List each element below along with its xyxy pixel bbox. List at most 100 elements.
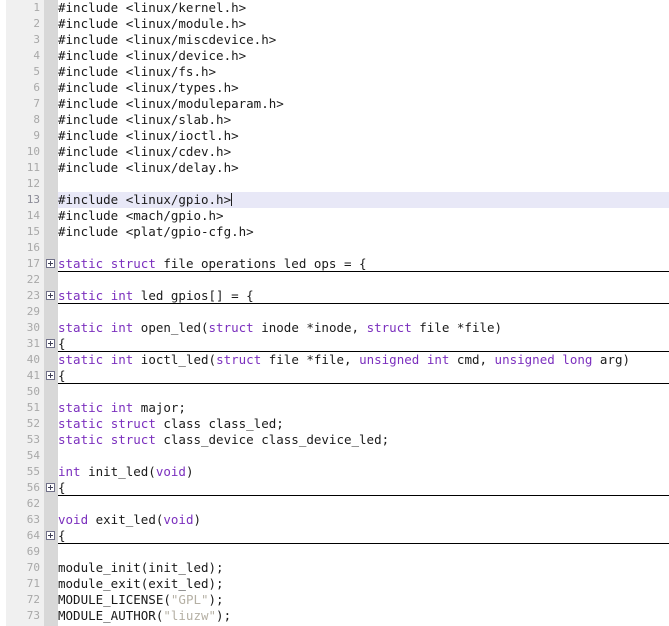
code-line[interactable]: 4 #include <linux/device.h> — [0, 48, 669, 64]
code-line[interactable]: 5 #include <linux/fs.h> — [0, 64, 669, 80]
code-line[interactable]: 63 void exit_led(void) — [0, 512, 669, 528]
fold-cell-empty — [44, 592, 58, 608]
code-text[interactable]: #include <linux/module.h> — [58, 16, 246, 32]
code-line[interactable]: 22 — [0, 272, 669, 288]
fold-cell-empty — [44, 240, 58, 256]
code-line[interactable]: 56 { — [0, 480, 669, 496]
code-text[interactable]: static int open_led(struct inode *inode,… — [58, 320, 502, 336]
code-line[interactable]: 55 int init_led(void) — [0, 464, 669, 480]
token-kw: int — [110, 352, 134, 367]
code-line[interactable]: 53 static struct class_device class_devic… — [0, 432, 669, 448]
code-line[interactable]: 8 #include <linux/slab.h> — [0, 112, 669, 128]
code-text[interactable]: static int ioctl_led(struct file *file, … — [58, 352, 630, 368]
code-line[interactable]: 41 { — [0, 368, 669, 384]
code-line[interactable]: 69 — [0, 544, 669, 560]
code-text[interactable]: #include <linux/ioctl.h> — [58, 128, 239, 144]
code-line[interactable]: 12 — [0, 176, 669, 192]
code-text[interactable]: static struct class class_led; — [58, 416, 284, 432]
code-line[interactable]: 15 #include <plat/gpio-cfg.h> — [0, 224, 669, 240]
code-line[interactable]: 14 #include <mach/gpio.h> — [0, 208, 669, 224]
fold-expand-icon[interactable] — [44, 336, 58, 352]
code-text[interactable]: MODULE_AUTHOR("liuzw"); — [58, 608, 231, 624]
token-pl: MODULE_AUTHOR( — [58, 608, 164, 623]
fold-expand-icon[interactable] — [44, 528, 58, 544]
code-text[interactable]: #include <linux/device.h> — [58, 48, 246, 64]
code-text[interactable]: #include <linux/types.h> — [58, 80, 239, 96]
code-text[interactable]: { — [58, 480, 66, 496]
code-text[interactable]: MODULE_LICENSE("GPL"); — [58, 592, 224, 608]
code-line[interactable]: 70 module_init(init_led); — [0, 560, 669, 576]
code-text[interactable]: #include <mach/gpio.h> — [58, 208, 224, 224]
token-kw: static — [58, 432, 104, 447]
token-pl: init_led( — [80, 464, 156, 479]
code-text[interactable]: static struct class_device class_device_… — [58, 432, 389, 448]
code-line[interactable]: 3 #include <linux/miscdevice.h> — [0, 32, 669, 48]
code-line[interactable]: 62 — [0, 496, 669, 512]
fold-expand-icon[interactable] — [44, 480, 58, 496]
code-text[interactable]: int init_led(void) — [58, 464, 193, 480]
token-pl: module_exit(exit_led); — [58, 576, 224, 591]
plus-box-icon[interactable] — [46, 339, 55, 348]
code-text[interactable]: #include <linux/fs.h> — [58, 64, 216, 80]
code-line[interactable]: 16 — [0, 240, 669, 256]
plus-box-icon[interactable] — [46, 483, 55, 492]
plus-box-icon[interactable] — [46, 371, 55, 380]
plus-box-icon[interactable] — [46, 531, 55, 540]
token-pp: #include <linux/fs.h> — [58, 64, 217, 79]
code-text[interactable]: { — [58, 368, 66, 384]
plus-box-icon[interactable] — [46, 291, 55, 300]
code-line[interactable]: 72 MODULE_LICENSE("GPL"); — [0, 592, 669, 608]
code-text[interactable]: #include <linux/gpio.h> — [58, 192, 233, 208]
code-text[interactable]: #include <linux/miscdevice.h> — [58, 32, 276, 48]
line-number: 55 — [26, 465, 40, 478]
code-line[interactable]: 30 static int open_led(struct inode *inod… — [0, 320, 669, 336]
code-text[interactable]: static int major; — [58, 400, 186, 416]
token-pl: exit_led( — [88, 512, 164, 527]
code-text[interactable]: #include <linux/delay.h> — [58, 160, 239, 176]
code-text[interactable]: #include <linux/slab.h> — [58, 112, 231, 128]
code-line[interactable]: 54 — [0, 448, 669, 464]
code-text[interactable]: static int led gpios[] = { — [58, 288, 254, 304]
fold-expand-icon[interactable] — [44, 288, 58, 304]
code-text[interactable]: { — [58, 336, 66, 352]
code-line[interactable]: 1 #include <linux/kernel.h> — [0, 0, 669, 16]
code-line[interactable]: 40 static int ioctl_led(struct file *file… — [0, 352, 669, 368]
line-number: 53 — [26, 433, 40, 446]
code-line[interactable]: 23 static int led gpios[] = { — [0, 288, 669, 304]
code-line[interactable]: 6 #include <linux/types.h> — [0, 80, 669, 96]
fold-expand-icon[interactable] — [44, 256, 58, 272]
code-text[interactable]: module_exit(exit_led); — [58, 576, 224, 592]
code-text[interactable]: static struct file operations led ops = … — [58, 256, 367, 272]
line-number: 2 — [33, 17, 40, 30]
code-line[interactable]: 7 #include <linux/moduleparam.h> — [0, 96, 669, 112]
line-number: 13 — [26, 193, 40, 206]
code-line[interactable]: 52 static struct class class_led; — [0, 416, 669, 432]
code-text[interactable]: module_init(init_led); — [58, 560, 224, 576]
code-text[interactable]: void exit_led(void) — [58, 512, 201, 528]
code-line[interactable]: 2 #include <linux/module.h> — [0, 16, 669, 32]
fold-expand-icon[interactable] — [44, 368, 58, 384]
code-line[interactable]: 10 #include <linux/cdev.h> — [0, 144, 669, 160]
code-text[interactable]: #include <linux/moduleparam.h> — [58, 96, 284, 112]
code-editor[interactable]: 1 #include <linux/kernel.h> 2 #include <lin… — [0, 0, 669, 626]
code-text[interactable]: #include <plat/gpio-cfg.h> — [58, 224, 254, 240]
code-line[interactable]: 17 static struct file operations led ops … — [0, 256, 669, 272]
code-text[interactable]: #include <linux/kernel.h> — [58, 0, 246, 16]
code-line[interactable]: 11 #include <linux/delay.h> — [0, 160, 669, 176]
code-text[interactable]: #include <linux/cdev.h> — [58, 144, 231, 160]
fold-cell-empty — [44, 608, 58, 624]
code-text[interactable]: { — [58, 528, 66, 544]
fold-cell-empty — [44, 576, 58, 592]
code-line[interactable]: 29 — [0, 304, 669, 320]
code-line[interactable]: 64 { — [0, 528, 669, 544]
code-line[interactable]: 9 #include <linux/ioctl.h> — [0, 128, 669, 144]
code-line-current[interactable]: 13 #include <linux/gpio.h> — [0, 192, 669, 208]
code-line[interactable]: 51 static int major; — [0, 400, 669, 416]
code-line[interactable]: 50 — [0, 384, 669, 400]
token-pl: arg) — [592, 352, 631, 367]
code-line[interactable]: 31 { — [0, 336, 669, 352]
text-caret — [231, 193, 233, 206]
code-line[interactable]: 73 MODULE_AUTHOR("liuzw"); — [0, 608, 669, 624]
code-line[interactable]: 71 module_exit(exit_led); — [0, 576, 669, 592]
plus-box-icon[interactable] — [46, 259, 55, 268]
